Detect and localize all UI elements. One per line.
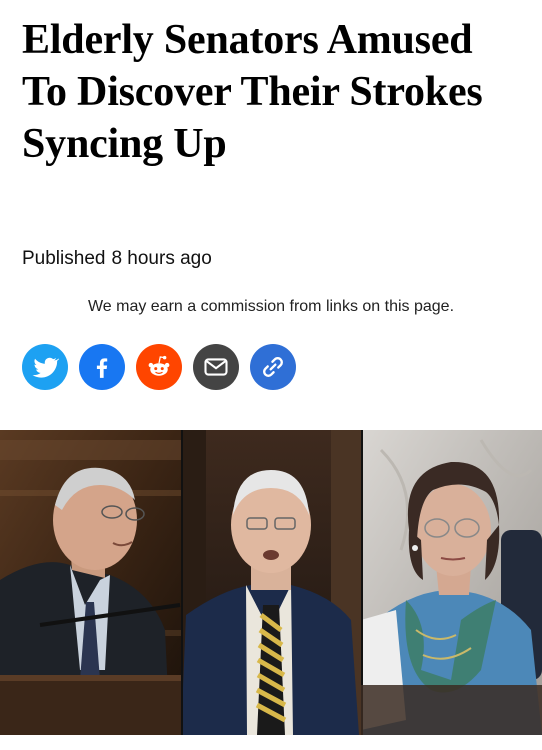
hero-photo-right [361, 430, 542, 735]
email-icon [204, 358, 228, 376]
reddit-icon [148, 355, 170, 376]
share-facebook-button[interactable] [79, 344, 125, 390]
link-icon [263, 357, 283, 377]
share-link-button[interactable] [250, 344, 296, 390]
hero-photo-left [0, 430, 181, 735]
hero-photo-center [181, 430, 361, 735]
page-bottom [0, 735, 542, 750]
hero-image [0, 430, 542, 735]
headline: Elderly Senators Amused To Discover Thei… [22, 17, 483, 167]
share-reddit-button[interactable] [136, 344, 182, 390]
published-label: Published [22, 248, 106, 269]
twitter-icon [32, 357, 59, 378]
byline: Published 8 hours ago [22, 248, 212, 270]
affiliate-disclaimer: We may earn a commission from links on t… [87, 298, 455, 315]
share-twitter-button[interactable] [22, 344, 68, 390]
facebook-icon [96, 358, 108, 378]
article: Elderly Senators Amused To Discover Thei… [0, 0, 542, 750]
share-bar [22, 344, 296, 390]
published-time: 8 hours ago [111, 248, 212, 269]
share-email-button[interactable] [193, 344, 239, 390]
